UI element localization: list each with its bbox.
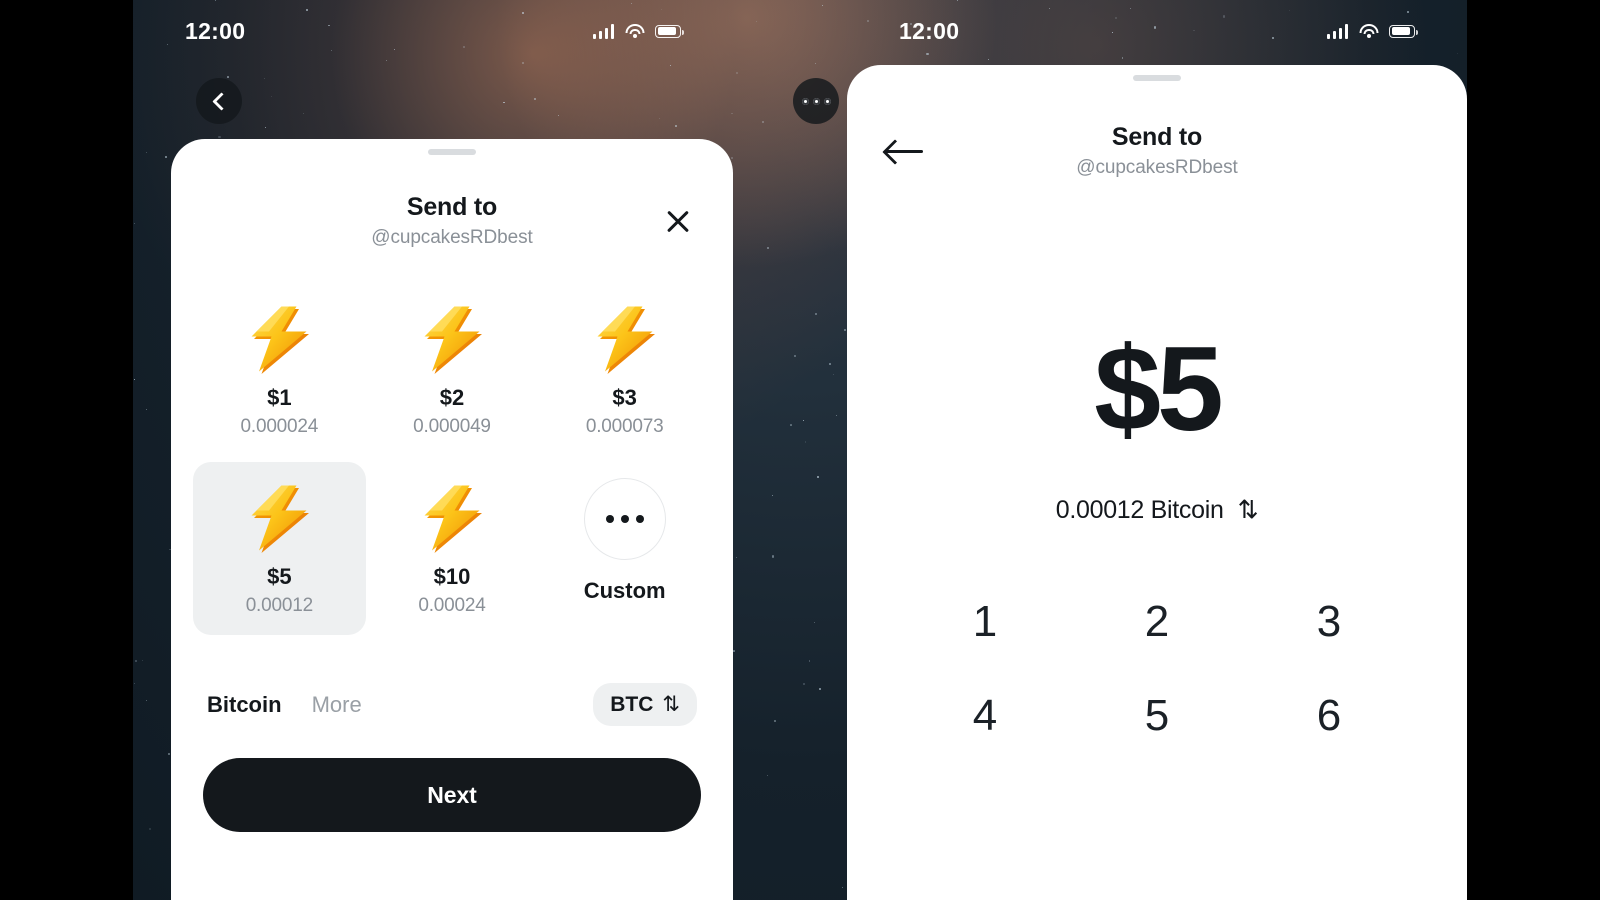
- lightning-bolt-icon: [251, 306, 310, 374]
- keypad-key[interactable]: 2: [1071, 597, 1243, 647]
- converted-amount-row[interactable]: 0.00012 Bitcoin ⇅: [847, 495, 1467, 525]
- three-dots-icon: [583, 478, 666, 560]
- custom-amount-tile[interactable]: Custom: [538, 462, 711, 635]
- wifi-icon: [625, 24, 644, 38]
- currency-row: Bitcoin More BTC ⇅: [171, 683, 733, 726]
- chevron-left-icon: [211, 91, 231, 111]
- battery-icon: [1389, 24, 1418, 38]
- lightning-bolt-icon: [251, 485, 310, 553]
- amount-tile-label: $3: [612, 385, 637, 410]
- amount-display: $5 0.00012 Bitcoin ⇅: [847, 329, 1467, 525]
- keypad-key[interactable]: 6: [1243, 691, 1415, 741]
- lightning-bolt-icon: [424, 485, 482, 553]
- currency-tab-more[interactable]: More: [312, 692, 362, 718]
- phone-left: 12:00 Send to @cupcakesRDbest $1 0.000024…: [133, 0, 839, 900]
- sheet-drag-handle[interactable]: [1133, 75, 1181, 81]
- next-button[interactable]: Next: [203, 758, 701, 832]
- recipient-handle: @cupcakesRDbest: [1076, 157, 1238, 178]
- status-icon-group: [1326, 23, 1418, 39]
- keypad-key[interactable]: 4: [899, 691, 1071, 741]
- amount-tile[interactable]: $5 0.00012: [193, 462, 366, 635]
- amount-tile[interactable]: $3 0.000073: [538, 283, 711, 456]
- custom-amount-label: Custom: [583, 578, 666, 603]
- signal-bars-icon: [1326, 23, 1348, 39]
- recipient-handle: @cupcakesRDbest: [371, 227, 533, 248]
- amount-tile[interactable]: $2 0.000049: [366, 283, 539, 456]
- unit-chip-label: BTC: [610, 692, 654, 716]
- page-title: Send to: [406, 193, 498, 221]
- close-x-icon[interactable]: [661, 204, 695, 238]
- converted-amount-text: 0.00012 Bitcoin: [1055, 495, 1224, 524]
- letterbox-left: [0, 0, 133, 900]
- numeric-keypad: 123 456: [847, 597, 1467, 741]
- sheet-header-right: Send to @cupcakesRDbest: [847, 123, 1467, 179]
- signal-bars-icon: [592, 23, 614, 39]
- amount-tile-label: $2: [439, 385, 465, 410]
- amount-grid: $1 0.000024 $2 0.000049 $3 0.000073 $5 0.00012 $…: [171, 283, 733, 635]
- status-bar-left: 12:00: [133, 0, 733, 62]
- more-options-button[interactable]: [793, 78, 839, 124]
- status-clock: 12:00: [185, 17, 246, 44]
- amount-value: $5: [1094, 322, 1223, 456]
- keypad-key[interactable]: 3: [1243, 597, 1415, 647]
- lightning-bolt-icon: [424, 306, 482, 374]
- send-amount-sheet: Send to @cupcakesRDbest $1 0.000024 $2 0.00…: [171, 139, 733, 900]
- three-dots-icon: [801, 97, 831, 105]
- amount-tile-btc: 0.000049: [413, 416, 491, 437]
- amount-tile-btc: 0.000024: [240, 416, 319, 437]
- arrow-left-icon[interactable]: [885, 138, 923, 164]
- send-keypad-sheet: Send to @cupcakesRDbest $5 0.00012 Bitco…: [847, 65, 1467, 900]
- swap-arrows-icon: ⇅: [662, 693, 680, 716]
- amount-tile-btc: 0.00024: [418, 595, 486, 616]
- wifi-icon: [1359, 24, 1378, 38]
- amount-tile-label: $10: [433, 564, 471, 589]
- keypad-key[interactable]: 5: [1071, 691, 1243, 741]
- unit-toggle-chip[interactable]: BTC ⇅: [593, 683, 697, 726]
- amount-tile-label: $1: [267, 385, 292, 410]
- sheet-header-left: Send to @cupcakesRDbest: [171, 193, 733, 249]
- battery-icon: [655, 24, 684, 38]
- back-button[interactable]: [196, 78, 242, 124]
- keypad-key[interactable]: 1: [899, 597, 1071, 647]
- amount-tile-btc: 0.00012: [245, 595, 313, 616]
- swap-arrows-icon: ⇅: [1237, 496, 1259, 524]
- status-bar-right: 12:00: [847, 0, 1467, 62]
- status-clock: 12:00: [899, 17, 960, 44]
- amount-tile-btc: 0.000073: [585, 416, 664, 437]
- screenshot-stage: 12:00 Send to @cupcakesRDbest $1 0.000024…: [0, 0, 1600, 900]
- amount-tile[interactable]: $10 0.00024: [366, 462, 539, 635]
- currency-tab-bitcoin[interactable]: Bitcoin: [207, 692, 282, 718]
- status-icon-group: [592, 23, 684, 39]
- lightning-bolt-icon: [597, 306, 655, 374]
- letterbox-right: [1467, 0, 1600, 900]
- amount-tile[interactable]: $1 0.000024: [193, 283, 366, 456]
- amount-tile-label: $5: [267, 564, 292, 589]
- sheet-drag-handle[interactable]: [428, 149, 476, 155]
- phone-right: 12:00 Send to @cupcakesRDbest $5 0.00012…: [847, 0, 1467, 900]
- page-title: Send to: [1111, 123, 1203, 151]
